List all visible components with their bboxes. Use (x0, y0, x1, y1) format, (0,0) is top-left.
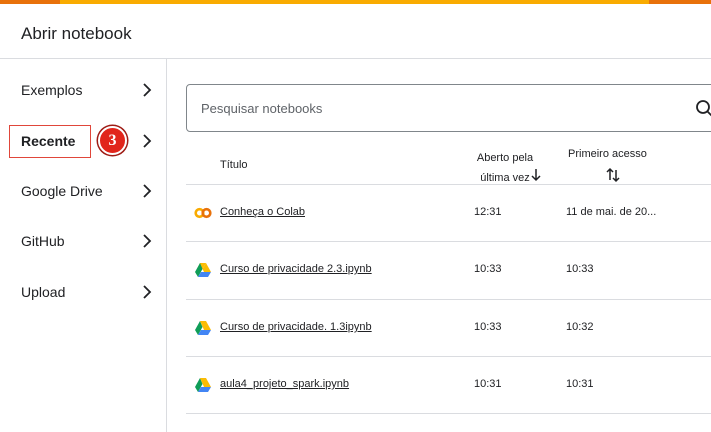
sidebar-divider (166, 59, 167, 432)
google-drive-icon (195, 321, 211, 335)
column-header-first-opened[interactable]: Primeiro acesso (568, 148, 664, 160)
sidebar: Exemplos Recente 3 Google Drive GitHub U… (0, 59, 166, 432)
last-opened-value: 12:31 (474, 206, 502, 218)
sidebar-item-label: Exemplos (21, 82, 83, 98)
google-drive-icon (195, 263, 211, 277)
search-box[interactable] (186, 84, 711, 132)
sidebar-item-google-drive[interactable]: Google Drive (0, 171, 166, 211)
sidebar-item-label: Google Drive (21, 183, 103, 199)
notebook-link[interactable]: Conheça o Colab (220, 206, 305, 218)
google-drive-icon (195, 378, 211, 392)
first-opened-value: 10:33 (566, 263, 594, 275)
table-row[interactable]: aula4_projeto_spark.ipynb 10:31 10:31 (186, 357, 711, 414)
dialog-title: Abrir notebook (21, 24, 132, 43)
last-opened-value: 10:33 (474, 263, 502, 275)
first-opened-value: 10:32 (566, 321, 594, 333)
column-header-label: Aberto pela (476, 152, 534, 164)
sidebar-item-label: Recente (21, 133, 76, 149)
sidebar-item-upload[interactable]: Upload (0, 272, 166, 312)
last-opened-value: 10:33 (474, 321, 502, 333)
table-row[interactable]: Conheça o Colab 12:31 11 de mai. de 20..… (186, 185, 711, 242)
first-opened-value: 11 de mai. de 20... (566, 206, 657, 218)
table-row[interactable]: Curso de privacidade. 1.3ipynb 10:33 10:… (186, 300, 711, 357)
first-opened-value: 10:31 (566, 378, 594, 390)
chevron-right-icon (143, 134, 152, 148)
sort-toggle-icon[interactable] (605, 166, 621, 184)
sidebar-item-label: GitHub (21, 233, 65, 249)
chevron-right-icon (143, 285, 152, 299)
search-icon[interactable] (695, 99, 711, 119)
notebook-link[interactable]: Curso de privacidade. 1.3ipynb (220, 321, 372, 333)
search-input[interactable] (201, 99, 671, 117)
chevron-right-icon (143, 184, 152, 198)
step-number-badge: 3 (98, 126, 127, 155)
chevron-right-icon (143, 83, 152, 97)
top-accent-bar (0, 0, 711, 4)
row-divider (186, 413, 711, 414)
sort-descending-icon[interactable] (530, 168, 542, 182)
sidebar-item-label: Upload (21, 284, 66, 300)
table-row[interactable]: Curso de privacidade 2.3.ipynb 10:33 10:… (186, 242, 711, 299)
notebook-link[interactable]: Curso de privacidade 2.3.ipynb (220, 263, 372, 275)
column-header-title[interactable]: Título (220, 159, 248, 171)
last-opened-value: 10:31 (474, 378, 502, 390)
sidebar-item-recente[interactable]: Recente 3 (0, 121, 166, 161)
notebook-link[interactable]: aula4_projeto_spark.ipynb (220, 378, 349, 390)
chevron-right-icon (143, 234, 152, 248)
sidebar-item-github[interactable]: GitHub (0, 221, 166, 261)
colab-icon (194, 207, 212, 219)
sidebar-item-exemplos[interactable]: Exemplos (0, 70, 166, 110)
